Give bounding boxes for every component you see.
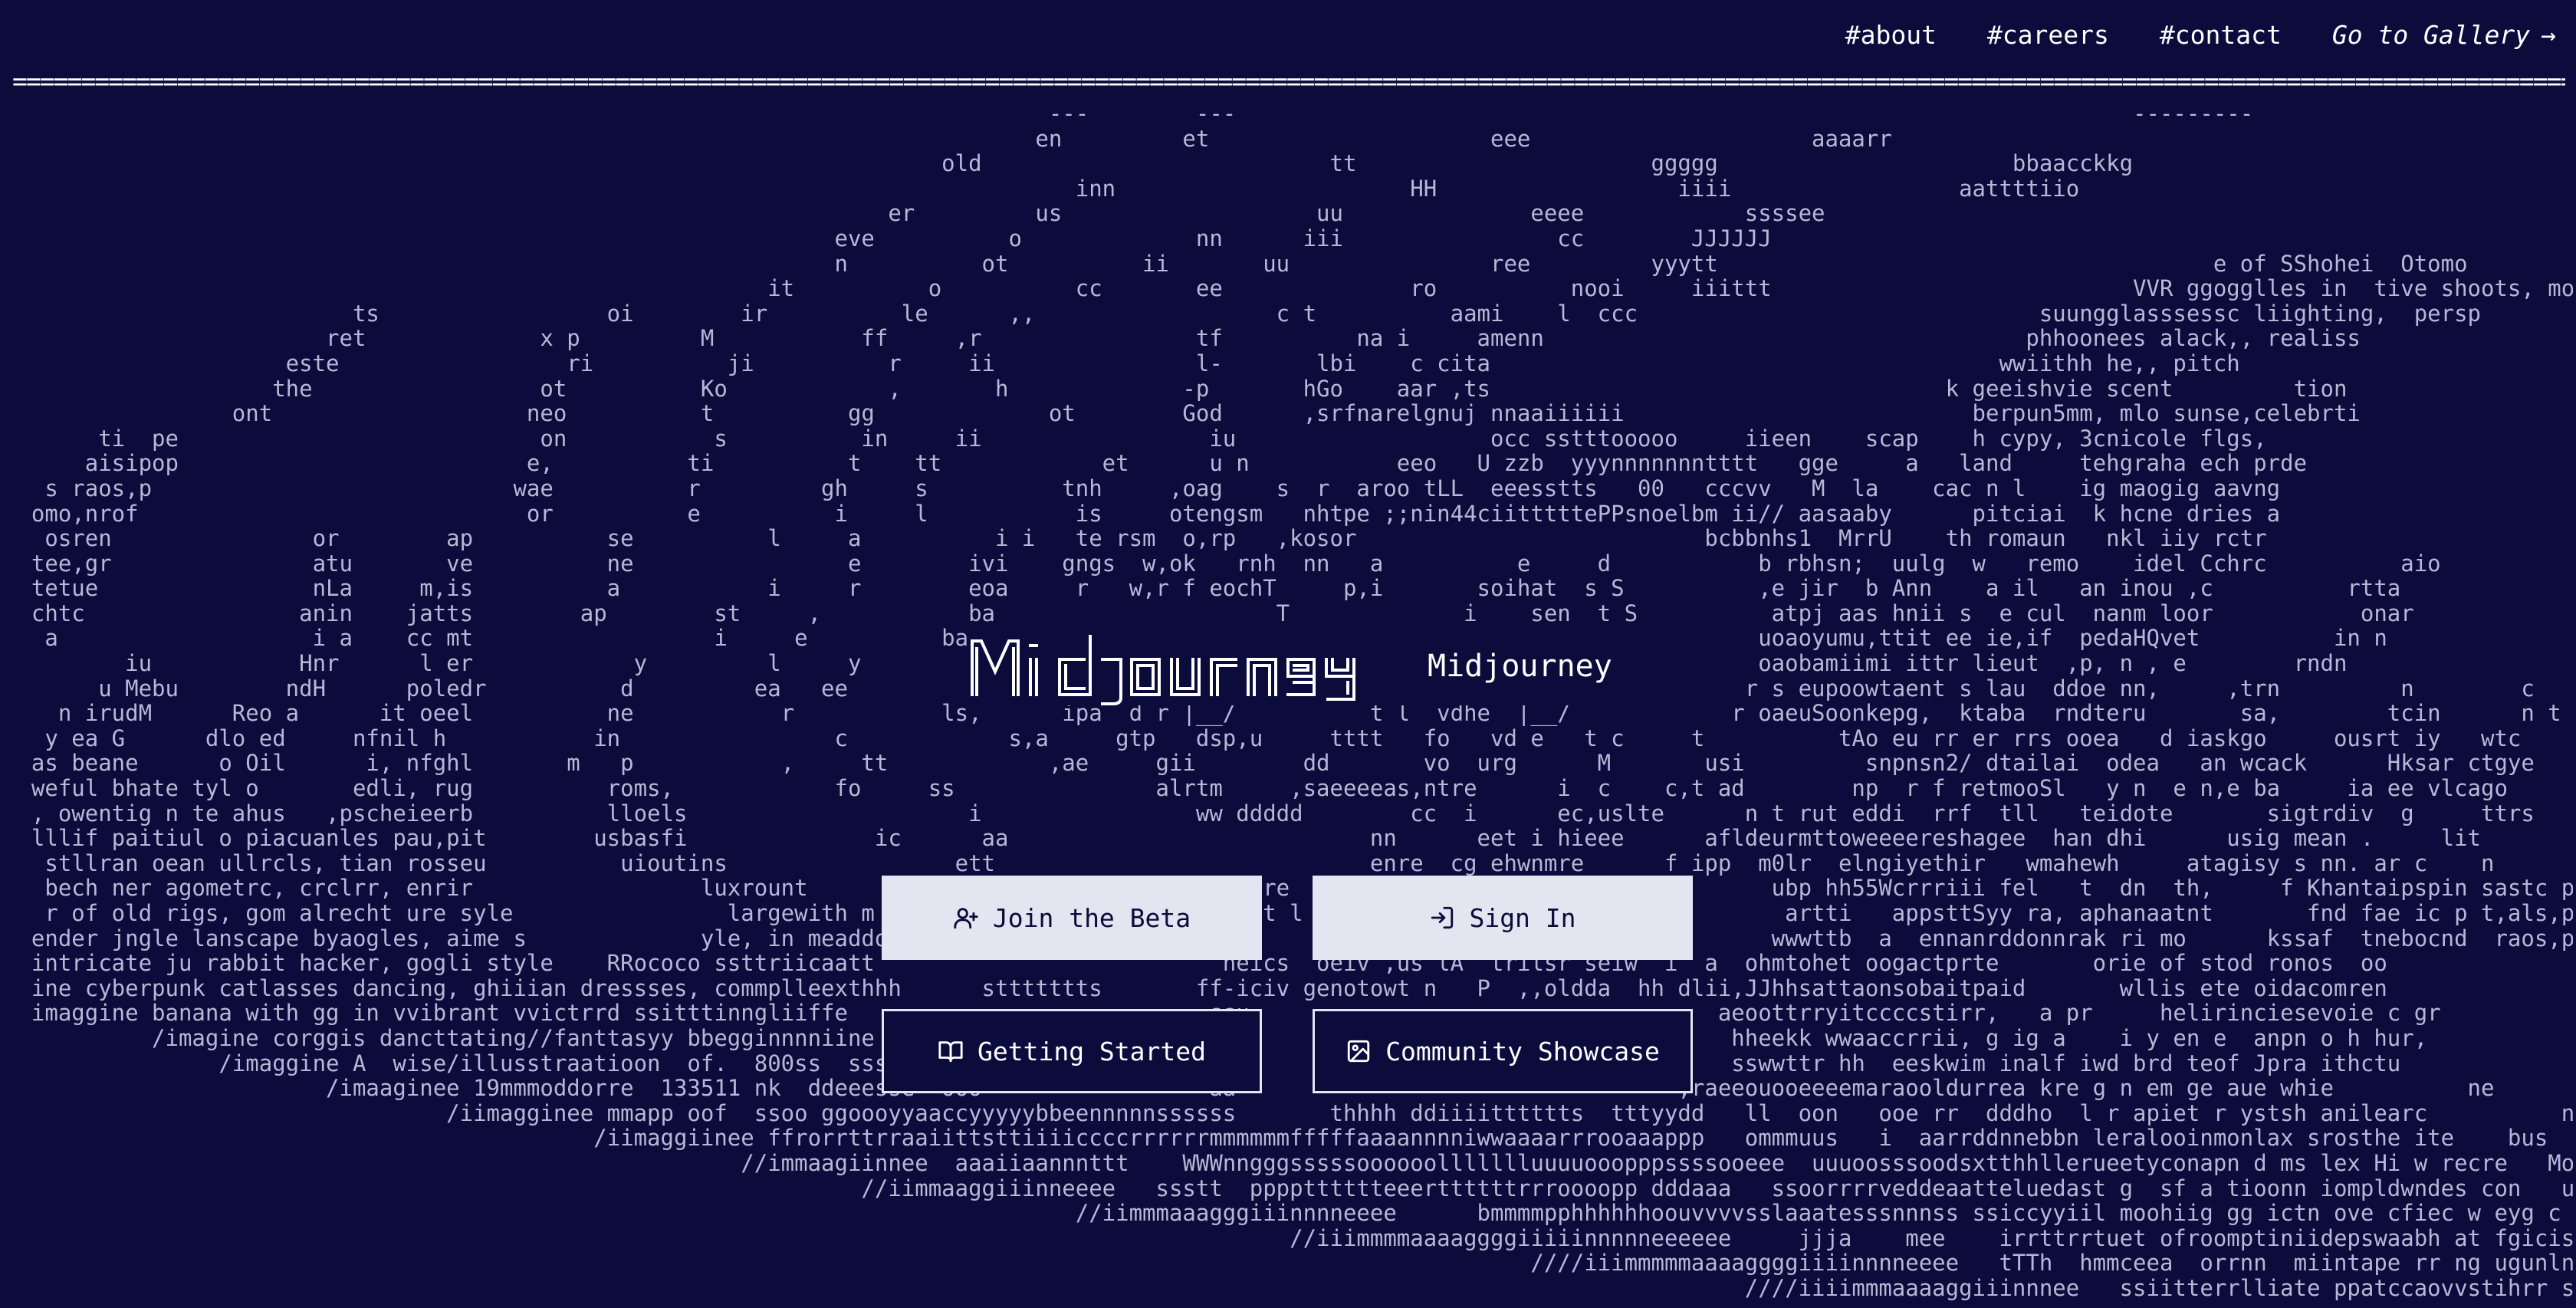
go-to-gallery-link[interactable]: Go to Gallery → bbox=[2332, 20, 2556, 50]
top-nav: #about #careers #contact Go to Gallery → bbox=[1845, 20, 2556, 50]
midjourney-logo: Midjourney bbox=[968, 629, 1612, 705]
community-showcase-button[interactable]: Community Showcase bbox=[1313, 1009, 1693, 1093]
join-the-beta-label: Join the Beta bbox=[992, 902, 1191, 933]
getting-started-label: Getting Started bbox=[977, 1036, 1206, 1066]
sign-in-label: Sign In bbox=[1469, 902, 1576, 933]
user-plus-icon bbox=[954, 908, 978, 929]
divider-rule: ========================================… bbox=[12, 74, 2565, 89]
nav-contact-link[interactable]: #contact bbox=[2160, 20, 2282, 50]
nav-careers-link[interactable]: #careers bbox=[1987, 20, 2109, 50]
image-icon bbox=[1348, 1040, 1370, 1063]
sign-in-icon bbox=[1431, 906, 1454, 929]
logo-text: Midjourney bbox=[1428, 649, 1612, 684]
nav-about-link[interactable]: #about bbox=[1845, 20, 1937, 50]
getting-started-button[interactable]: Getting Started bbox=[882, 1009, 1262, 1093]
go-to-gallery-label: Go to Gallery bbox=[2331, 20, 2531, 50]
community-showcase-label: Community Showcase bbox=[1385, 1036, 1660, 1066]
join-the-beta-button[interactable]: Join the Beta bbox=[882, 876, 1262, 960]
arrow-right-icon: → bbox=[2541, 20, 2556, 50]
book-icon bbox=[938, 1041, 963, 1063]
sign-in-button[interactable]: Sign In bbox=[1313, 876, 1693, 960]
